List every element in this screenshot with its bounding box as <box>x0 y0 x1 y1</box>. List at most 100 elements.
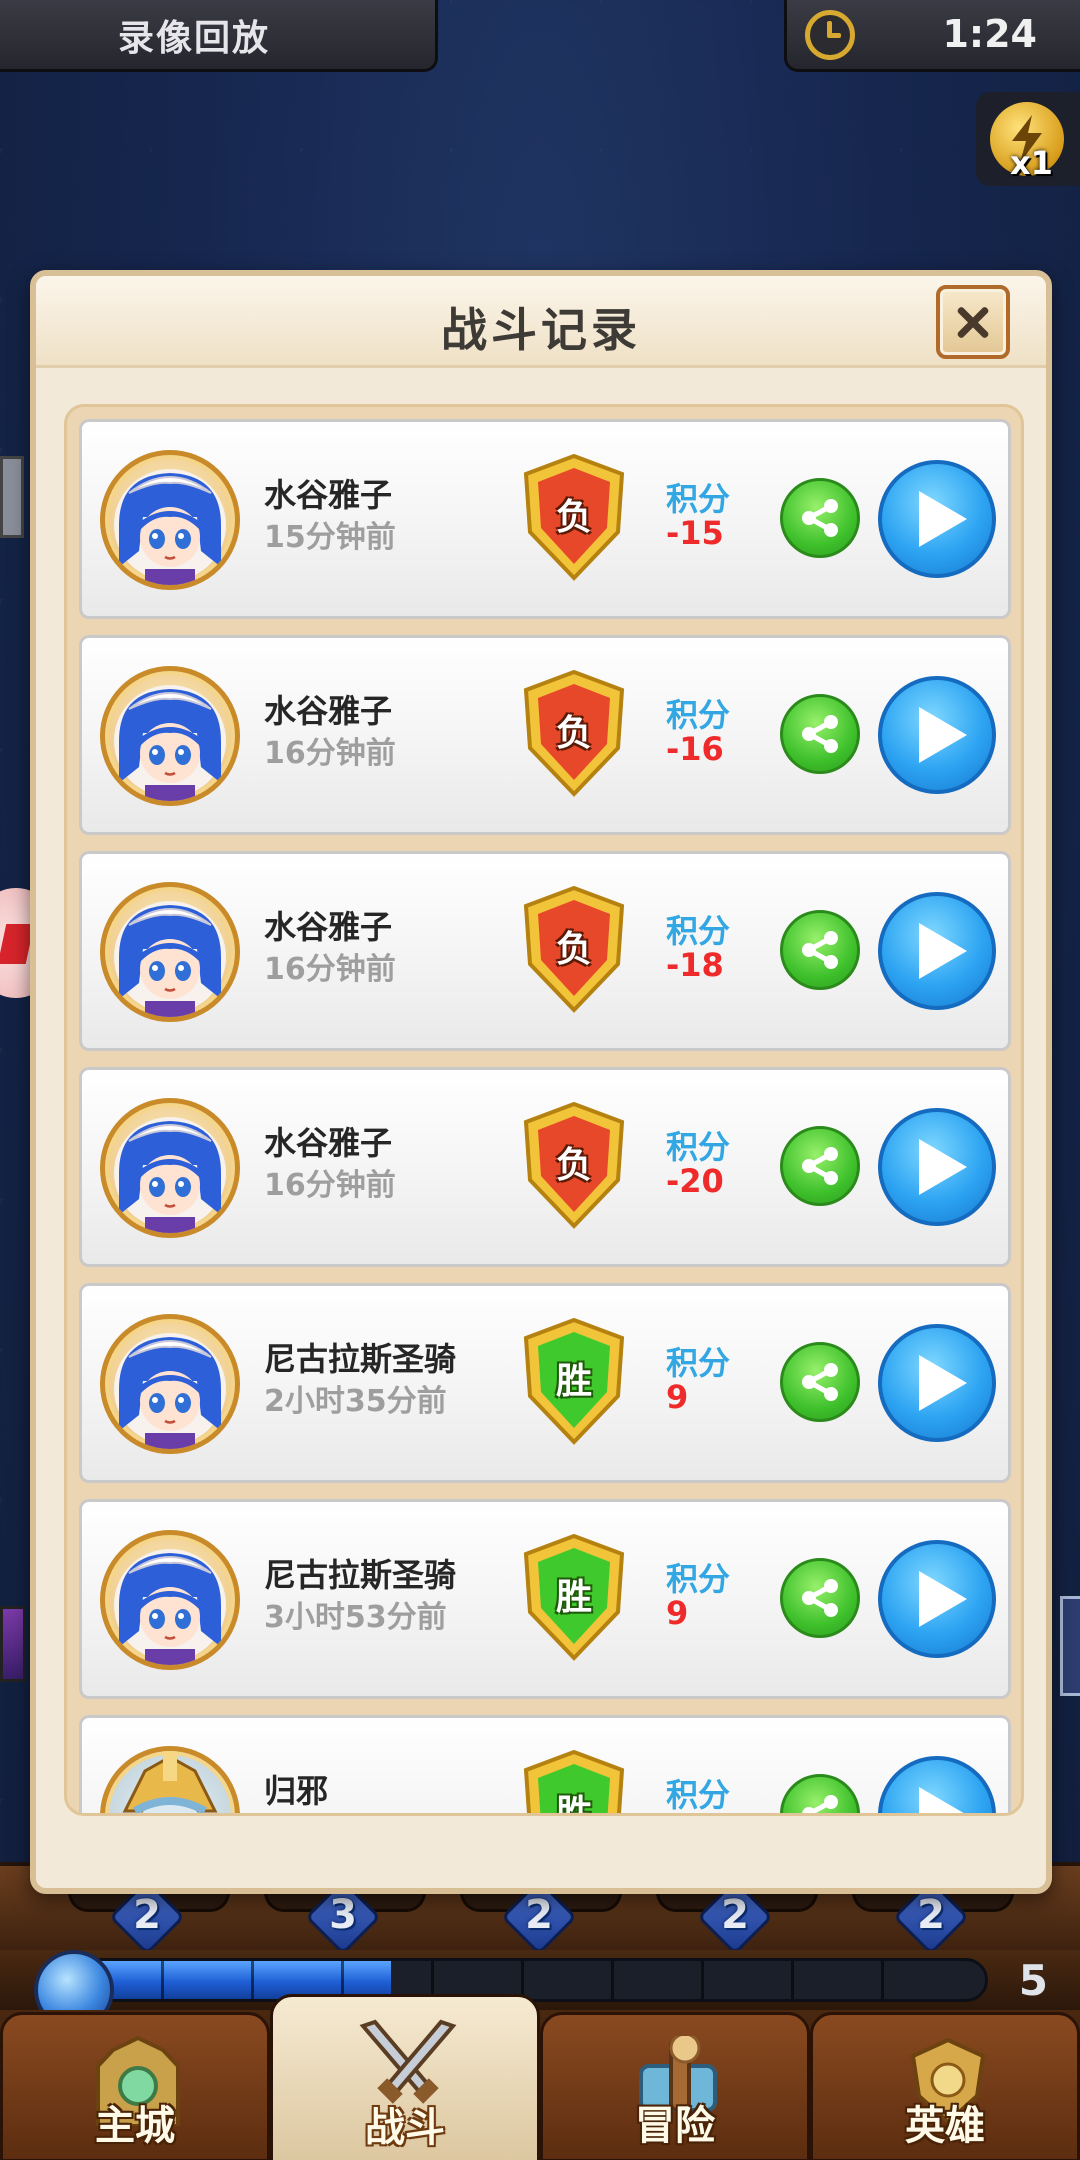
battle-record-dialog: 战斗记录 水谷雅子 15分钟前 负 积分 -15 水谷雅子 16分钟前 负 积分… <box>30 270 1052 1894</box>
dialog-title: 战斗记录 <box>441 303 641 357</box>
share-button[interactable] <box>780 1774 860 1813</box>
score-label: 积分 <box>666 1776 731 1814</box>
record-time: 16分钟前 <box>264 1168 396 1203</box>
play-icon <box>919 1139 967 1195</box>
win-badge: 胜 <box>522 1317 626 1446</box>
play-replay-button[interactable] <box>878 1540 996 1658</box>
tab-battle[interactable]: 战斗 <box>270 1994 540 2160</box>
score-value: -18 <box>666 946 724 984</box>
record-time: 3小时53分前 <box>264 1600 447 1635</box>
record-time: 2小时35分前 <box>264 1384 447 1419</box>
score-value: 9 <box>666 1594 689 1632</box>
speed-boost-button[interactable]: x1 <box>976 92 1080 186</box>
record-row: 水谷雅子 15分钟前 负 积分 -15 <box>79 419 1011 619</box>
share-icon <box>802 1795 838 1813</box>
opponent-name: 尼古拉斯圣骑 <box>264 1340 457 1378</box>
result-label: 胜 <box>555 1793 592 1816</box>
share-button[interactable] <box>780 694 860 774</box>
opponent-name: 水谷雅子 <box>264 692 393 730</box>
win-badge: 胜 <box>522 1533 626 1662</box>
play-replay-button[interactable] <box>878 676 996 794</box>
blue-hair-girl-avatar <box>100 1098 240 1238</box>
result-label: 胜 <box>555 1577 592 1618</box>
play-replay-button[interactable] <box>878 1756 996 1813</box>
opponent-name: 归邪 <box>264 1772 329 1810</box>
share-icon <box>802 1363 838 1401</box>
mana-count: 5 <box>1018 1956 1048 2005</box>
score-value: -20 <box>666 1162 724 1200</box>
blue-hair-girl-avatar <box>100 882 240 1022</box>
score-value: 9 <box>666 1378 689 1416</box>
timer-bar: 1:24 <box>784 0 1080 72</box>
record-row: 水谷雅子 16分钟前 负 积分 -16 <box>79 635 1011 835</box>
tab-label: 英雄 <box>905 2103 985 2149</box>
slot-cost: 3 <box>329 1892 357 1938</box>
slot-cost: 2 <box>721 1892 749 1938</box>
share-icon <box>802 499 838 537</box>
share-button[interactable] <box>780 910 860 990</box>
play-replay-button[interactable] <box>878 892 996 1010</box>
result-label: 负 <box>555 1145 592 1186</box>
record-row: 归邪 胜 积分 <box>79 1715 1011 1816</box>
play-icon <box>919 923 967 979</box>
tab-label: 冒险 <box>635 2103 715 2149</box>
tab-label: 主城 <box>95 2103 175 2149</box>
share-button[interactable] <box>780 1342 860 1422</box>
play-icon <box>919 1571 967 1627</box>
speed-multiplier: x1 <box>1010 144 1053 182</box>
play-icon <box>919 707 967 763</box>
record-row: 尼古拉斯圣骑 3小时53分前 胜 积分 9 <box>79 1499 1011 1699</box>
slot-cost: 2 <box>917 1892 945 1938</box>
result-label: 负 <box>555 929 592 970</box>
play-replay-button[interactable] <box>878 1324 996 1442</box>
opponent-name: 水谷雅子 <box>264 908 393 946</box>
play-replay-button[interactable] <box>878 460 996 578</box>
loss-badge: 负 <box>522 885 626 1014</box>
play-icon <box>919 1355 967 1411</box>
slot-cost: 2 <box>525 1892 553 1938</box>
tab-adventure[interactable]: 冒险 <box>540 2012 810 2160</box>
blue-hair-girl-avatar <box>100 1314 240 1454</box>
opponent-name: 水谷雅子 <box>264 1124 393 1162</box>
clock-icon <box>805 10 855 60</box>
record-time: 16分钟前 <box>264 952 396 987</box>
result-label: 负 <box>555 713 592 754</box>
side-card-fragment <box>0 456 24 538</box>
replay-title-bar: 录像回放 <box>0 0 438 72</box>
tab-main-city[interactable]: 主城 <box>0 2012 270 2160</box>
close-button[interactable] <box>936 285 1010 359</box>
win-badge: 胜 <box>522 1749 626 1816</box>
tab-label: 战斗 <box>365 2105 445 2151</box>
share-icon <box>802 1147 838 1185</box>
result-label: 负 <box>555 497 592 538</box>
share-icon <box>802 715 838 753</box>
play-replay-button[interactable] <box>878 1108 996 1226</box>
loss-badge: 负 <box>522 453 626 582</box>
tab-heroes[interactable]: 英雄 <box>810 2012 1080 2160</box>
loss-badge: 负 <box>522 1101 626 1230</box>
share-button[interactable] <box>780 478 860 558</box>
opponent-name: 水谷雅子 <box>264 476 393 514</box>
blue-hair-girl-avatar <box>100 450 240 590</box>
play-icon <box>919 491 967 547</box>
mana-bar: 5 <box>0 1950 1080 2030</box>
replay-title: 录像回放 <box>117 17 270 59</box>
mana-track <box>68 1958 988 2002</box>
record-row: 水谷雅子 16分钟前 负 积分 -20 <box>79 1067 1011 1267</box>
side-card-fragment <box>0 1606 26 1682</box>
crowned-knight-avatar <box>100 1746 240 1813</box>
play-icon <box>919 1787 964 1813</box>
blue-hair-girl-avatar <box>100 1530 240 1670</box>
score-value: -15 <box>666 514 724 552</box>
record-time: 15分钟前 <box>264 520 396 555</box>
record-list[interactable]: 水谷雅子 15分钟前 负 积分 -15 水谷雅子 16分钟前 负 积分 -16 … <box>64 404 1024 1816</box>
record-row: 水谷雅子 16分钟前 负 积分 -18 <box>79 851 1011 1051</box>
loss-badge: 负 <box>522 669 626 798</box>
score-value: -16 <box>666 730 724 768</box>
share-button[interactable] <box>780 1558 860 1638</box>
share-icon <box>802 1579 838 1617</box>
side-card-fragment <box>1060 1596 1080 1696</box>
bottom-tab-bar: 主城 战斗 冒险 英雄 <box>0 1994 1080 2160</box>
slot-cost: 2 <box>133 1892 161 1938</box>
share-button[interactable] <box>780 1126 860 1206</box>
